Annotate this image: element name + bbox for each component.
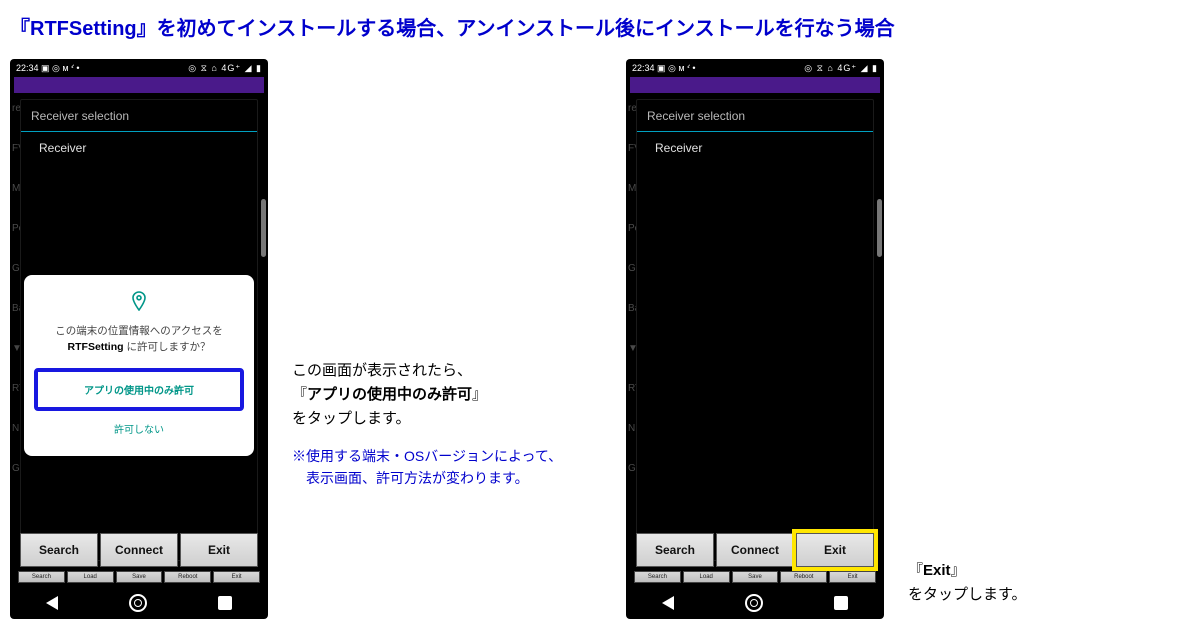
bg-button-row: Search Load Save Reboot Exit [18, 571, 260, 583]
scrollbar-thumb[interactable] [261, 199, 266, 257]
search-button[interactable]: Search [636, 533, 714, 567]
status-icons: ◎ ⧖ ⌂ 4G⁺ ◢ ▮ [188, 63, 262, 74]
bg-exit-button: Exit [213, 571, 260, 583]
nav-back-icon[interactable] [662, 596, 674, 610]
allow-while-using-button[interactable]: アプリの使用中のみ許可 [34, 368, 244, 411]
app-toolbar [630, 77, 880, 93]
bottom-button-row: Search Connect Exit [636, 533, 874, 567]
bg-save-button: Save [732, 571, 779, 583]
nav-recent-icon[interactable] [218, 596, 232, 610]
bottom-button-row: Search Connect Exit [20, 533, 258, 567]
bg-reboot-button: Reboot [164, 571, 211, 583]
bg-button-row: Search Load Save Reboot Exit [634, 571, 876, 583]
connect-button[interactable]: Connect [716, 533, 794, 567]
modal-title: Receiver selection [21, 100, 257, 132]
exit-button[interactable]: Exit [796, 533, 874, 567]
location-pin-icon [34, 291, 244, 316]
statusbar: 22:34 ▣ ◎ ᴍ ᔊ • ◎ ⧖ ⌂ 4G⁺ ◢ ▮ [10, 59, 268, 77]
search-button[interactable]: Search [20, 533, 98, 567]
bg-save-button: Save [116, 571, 163, 583]
deny-button[interactable]: 許可しない [34, 411, 244, 446]
permission-dialog: この端末の位置情報へのアクセスを RTFSetting に許可しますか？ アプリ… [24, 275, 254, 456]
permission-message: この端末の位置情報へのアクセスを RTFSetting に許可しますか？ [34, 324, 244, 356]
exit-button[interactable]: Exit [180, 533, 258, 567]
phone-right: 22:34 ▣ ◎ ᴍ ᔊ • ◎ ⧖ ⌂ 4G⁺ ◢ ▮ reFVMPcGIB… [626, 59, 884, 619]
selection-modal: Receiver selection Receiver [636, 99, 874, 561]
app-toolbar [14, 77, 264, 93]
nav-home-icon[interactable] [745, 594, 763, 612]
status-time: 22:34 ▣ ◎ ᴍ ᔊ • [16, 63, 80, 74]
system-navbar [10, 587, 268, 619]
nav-home-icon[interactable] [129, 594, 147, 612]
list-item[interactable]: Receiver [21, 132, 257, 164]
nav-back-icon[interactable] [46, 596, 58, 610]
scrollbar-thumb[interactable] [877, 199, 882, 257]
status-time: 22:34 ▣ ◎ ᴍ ᔊ • [632, 63, 696, 74]
list-item[interactable]: Receiver [637, 132, 873, 164]
bg-exit-button: Exit [829, 571, 876, 583]
status-icons: ◎ ⧖ ⌂ 4G⁺ ◢ ▮ [804, 63, 878, 74]
page-title: 『RTFSetting』を初めてインストールする場合、アンインストール後にインス… [10, 12, 1192, 41]
nav-recent-icon[interactable] [834, 596, 848, 610]
bg-load-button: Load [67, 571, 114, 583]
system-navbar [626, 587, 884, 619]
annotation-left: この画面が表示されたら、 『アプリの使用中のみ許可』 をタップします。 ※使用す… [292, 359, 602, 490]
phone-left: 22:34 ▣ ◎ ᴍ ᔊ • ◎ ⧖ ⌂ 4G⁺ ◢ ▮ reFVMPcGIB… [10, 59, 268, 619]
bg-load-button: Load [683, 571, 730, 583]
annotation-right: 『Exit』 をタップします。 [908, 559, 1128, 607]
bg-search-button: Search [18, 571, 65, 583]
bg-reboot-button: Reboot [780, 571, 827, 583]
modal-title: Receiver selection [637, 100, 873, 132]
statusbar: 22:34 ▣ ◎ ᴍ ᔊ • ◎ ⧖ ⌂ 4G⁺ ◢ ▮ [626, 59, 884, 77]
connect-button[interactable]: Connect [100, 533, 178, 567]
bg-search-button: Search [634, 571, 681, 583]
